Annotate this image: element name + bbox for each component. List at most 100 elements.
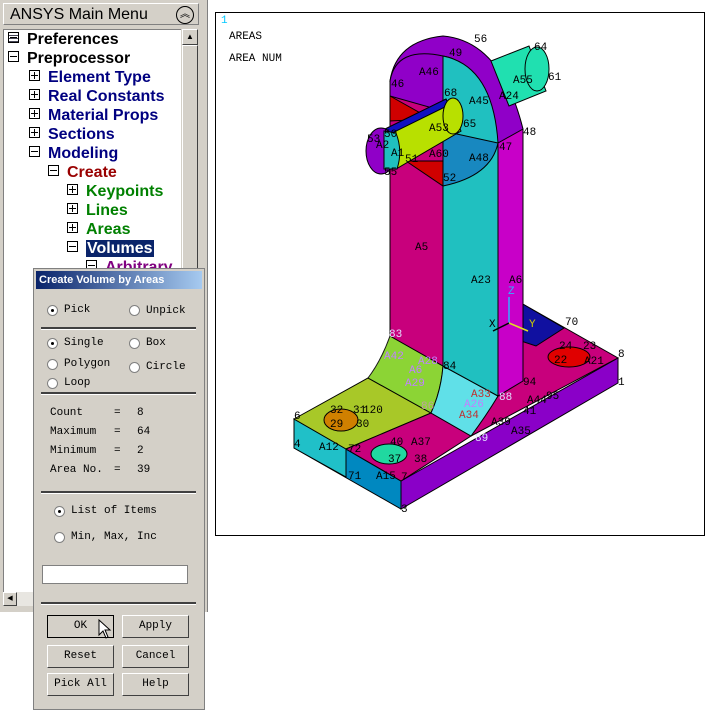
model-label: A35 [511,426,531,438]
model-label: 64 [534,42,548,54]
expand-plus-icon[interactable] [29,127,40,139]
expand-plus-icon[interactable] [67,222,78,234]
model-label: 32 [330,405,343,417]
model-label: 30 [356,419,369,431]
main-menu-title: ANSYS Main Menu [10,6,148,23]
graphics-window[interactable]: 56 49 64 61 A46 46 68 A45 A24 A55 A53 65 50 53 A2 A1 51 A… [215,12,705,536]
tree-item-label: Preferences [27,31,119,48]
model-label: 88 [499,392,512,404]
model-label: 7 [401,472,408,484]
expand-plus-icon[interactable] [67,184,78,196]
divider [41,602,196,605]
model-label: 3 [401,504,408,516]
stat-eq: = [114,426,121,438]
model-label: 51 [405,154,419,166]
reset-button[interactable]: Reset [47,645,114,668]
tree-item-modeling[interactable]: Modeling [29,144,118,163]
unpick-radio[interactable] [129,305,140,316]
stat-value: 64 [137,426,151,438]
model-label: 71 [348,471,362,483]
model-label: 56 [474,34,487,46]
model-label: 86 [421,401,434,413]
model-label: 95 [546,391,559,403]
model-label: A42 [384,351,404,363]
tree-item-element-type[interactable]: Element Type [29,68,151,87]
model-label: A23 [471,275,491,287]
model-label: A37 [411,437,431,449]
model-label: A55 [513,75,533,87]
min-max-inc-radio[interactable] [54,532,65,543]
tree-item-volumes[interactable]: Volumes [67,239,154,258]
plot-title-area-num: AREA NUM [229,53,282,65]
tree-item-label: Material Props [48,107,159,124]
expand-plus-icon[interactable] [67,203,78,215]
model-label: A2 [376,140,389,152]
model-label: A60 [429,149,449,161]
tree-item-label: Element Type [48,69,151,86]
model-label: 46 [391,79,404,91]
stat-label: Maximum [50,426,97,438]
tree-item-preprocessor[interactable]: Preprocessor [8,49,130,68]
help-button[interactable]: Help [122,673,189,696]
model-label: 120 [363,405,383,417]
loop-radio[interactable] [47,378,58,389]
scroll-up-arrow-icon[interactable]: ▲ [182,29,198,45]
divider [41,392,196,395]
preferences-icon[interactable] [8,32,19,44]
axis-z-label: Z [508,286,515,298]
expand-plus-icon[interactable] [29,108,40,120]
stat-eq: = [114,407,121,419]
axis-y-label: Y [529,319,536,331]
circle-radio[interactable] [129,362,140,373]
tree-item-create[interactable]: Create [48,163,117,182]
collapse-minus-icon[interactable] [29,146,40,158]
tree-item-label: Keypoints [86,183,164,200]
tree-item-label: Create [67,164,117,181]
tree-item-preferences[interactable]: Preferences [8,30,119,49]
apply-button[interactable]: Apply [122,615,189,638]
model-label: 41 [523,406,537,418]
model-label: 8 [618,349,625,361]
tree-item-lines[interactable]: Lines [67,201,128,220]
tree-item-label: Lines [86,202,128,219]
model-label: 72 [348,444,361,456]
divider [41,327,196,330]
list-of-items-label: List of Items [71,505,157,517]
tree-item-keypoints[interactable]: Keypoints [67,182,163,201]
model-label: 40 [390,437,403,449]
double-chevron-up-icon[interactable]: ︽ [176,6,194,24]
tree-item-label: Preprocessor [27,50,131,67]
model-label: A12 [319,442,339,454]
list-of-items-radio[interactable] [54,506,65,517]
dialog-title: Create Volume by Areas [36,271,202,289]
box-radio[interactable] [129,338,140,349]
tree-item-label: Areas [86,221,131,238]
model-view[interactable]: 5649 6461A464668A45 A24A55A53 655053A2A1 51 A… [216,13,706,537]
single-radio[interactable] [47,338,58,349]
unpick-label: Unpick [146,305,186,317]
expand-plus-icon[interactable] [29,70,40,82]
tree-item-sections[interactable]: Sections [29,125,115,144]
collapse-minus-icon[interactable] [8,51,19,63]
pick-radio[interactable] [47,305,58,316]
item-input[interactable] [42,565,188,584]
collapse-minus-icon[interactable] [48,165,59,177]
model-label: A1 [391,148,405,160]
model-label: A46 [419,67,439,79]
model-label: A5 [415,242,428,254]
model-label: 70 [565,317,578,329]
plot-title-areas: AREAS [229,31,263,43]
cancel-button[interactable]: Cancel [122,645,189,668]
expand-plus-icon[interactable] [29,89,40,101]
tree-item-real-constants[interactable]: Real Constants [29,87,164,106]
collapse-minus-icon[interactable] [67,241,78,253]
pick-all-button[interactable]: Pick All [47,673,114,696]
tree-item-areas[interactable]: Areas [67,220,130,239]
stat-label: Minimum [50,445,97,457]
polygon-radio[interactable] [47,359,58,370]
model-label: 65 [463,119,476,131]
tree-item-material-props[interactable]: Material Props [29,106,158,125]
stat-eq: = [114,445,121,457]
model-label: 22 [554,355,567,367]
scroll-left-arrow-icon[interactable]: ◀ [3,592,17,606]
